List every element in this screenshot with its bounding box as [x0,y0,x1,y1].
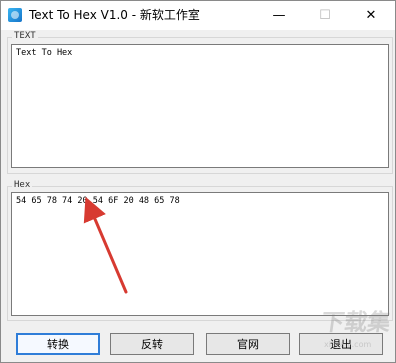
maximize-button[interactable]: ☐ [302,1,348,30]
close-button[interactable]: ✕ [348,1,394,30]
hex-group-label: Hex [12,180,33,191]
minimize-button[interactable]: — [256,1,302,30]
title-bar: Text To Hex V1.0 - 新软工作室 — ☐ ✕ [1,1,395,30]
official-site-button[interactable]: 官网 [206,333,290,355]
watermark-url: xiazaiji.com [324,340,372,349]
text-group-label: TEXT [12,31,38,42]
text-input-area[interactable]: Text To Hex [11,44,389,168]
hex-output-area[interactable]: 54 65 78 74 20 54 6F 20 48 65 78 [11,192,389,316]
convert-button[interactable]: 转换 [16,333,100,355]
window-title: Text To Hex V1.0 - 新软工作室 [29,8,200,22]
text-groupbox: TEXT Text To Hex [7,31,393,174]
app-icon [8,8,22,22]
reverse-button[interactable]: 反转 [110,333,194,355]
hex-groupbox: Hex 54 65 78 74 20 54 6F 20 48 65 78 [7,180,393,321]
app-window: Text To Hex V1.0 - 新软工作室 — ☐ ✕ TEXT Text… [0,0,396,363]
